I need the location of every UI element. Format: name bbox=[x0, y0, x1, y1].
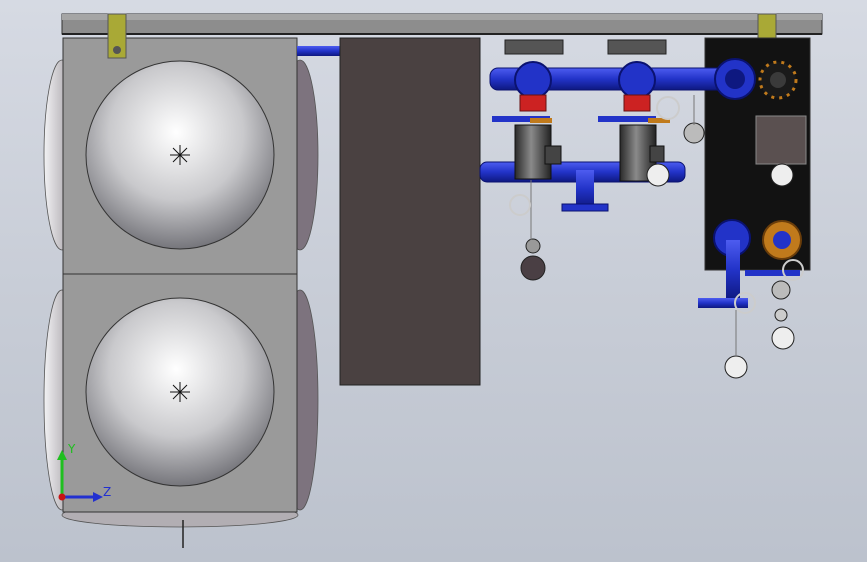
pressure-gauge-icon bbox=[771, 326, 795, 350]
pressure-gauge-icon bbox=[646, 163, 670, 187]
origin-icon bbox=[58, 493, 66, 501]
coordinate-triad: Y Z bbox=[50, 440, 120, 510]
pressure-gauge-icon bbox=[724, 355, 748, 379]
support-frame[interactable] bbox=[61, 13, 823, 35]
cad-viewport[interactable]: Y Z bbox=[0, 0, 867, 562]
control-cabinet[interactable] bbox=[339, 37, 481, 386]
pressure-gauge-icon bbox=[525, 238, 541, 254]
mounting-bracket-left bbox=[107, 13, 127, 59]
axis-y-label: Y bbox=[68, 442, 76, 456]
tank-outlet-pipe bbox=[297, 46, 342, 56]
assembly-model[interactable] bbox=[0, 0, 867, 562]
axis-z-label: Z bbox=[103, 485, 112, 499]
pressure-gauge-icon bbox=[770, 163, 794, 187]
